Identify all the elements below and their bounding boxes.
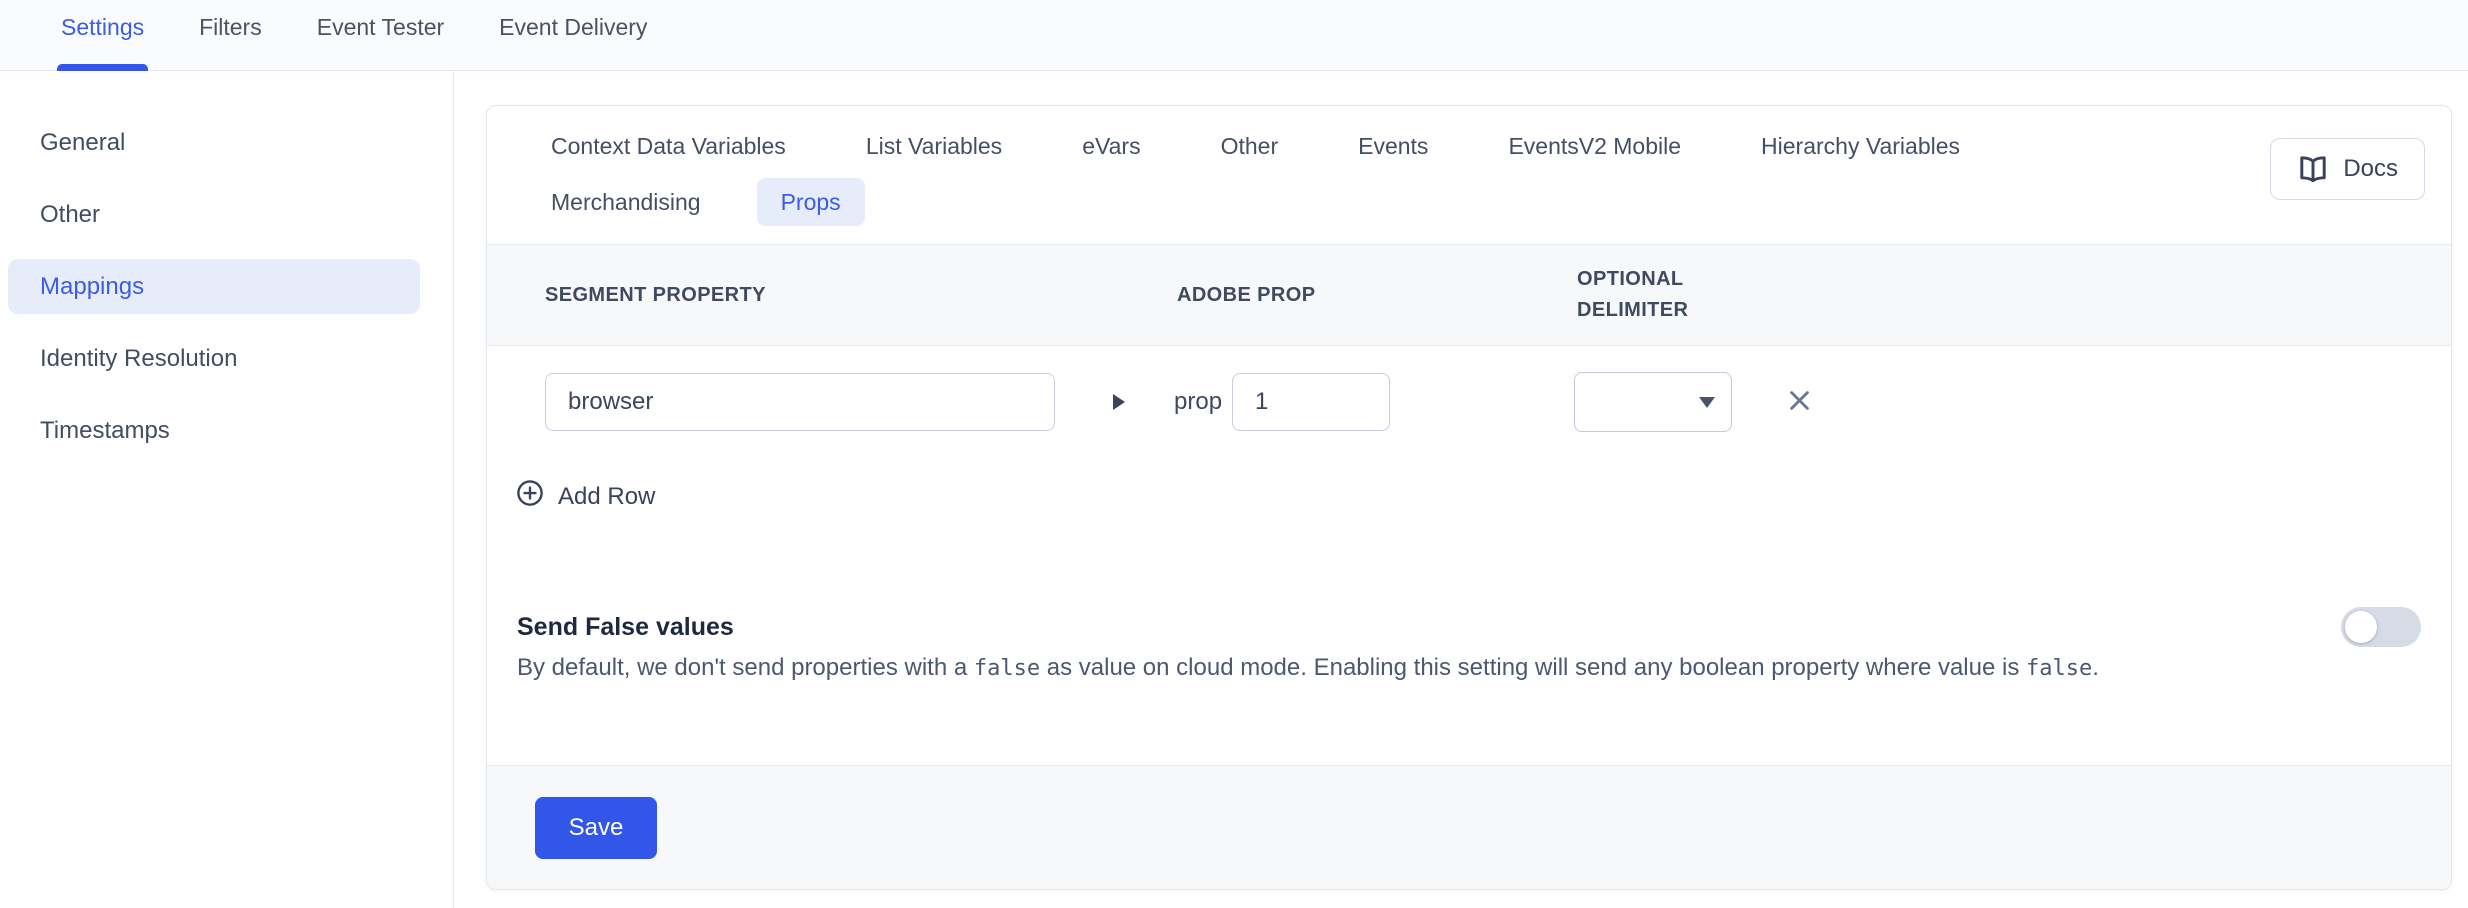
- mapping-table-row: prop: [487, 372, 2451, 432]
- mapping-tabs-row-2: Merchandising Props: [527, 178, 2425, 226]
- sidebar-item-other[interactable]: Other: [8, 187, 420, 242]
- tab-events[interactable]: Events: [1334, 122, 1452, 170]
- remove-row-button[interactable]: [1782, 383, 1817, 421]
- docs-button-label: Docs: [2343, 155, 2398, 183]
- destination-settings-page: Settings Filters Event Tester Event Deli…: [0, 0, 2468, 908]
- optional-delimiter-select[interactable]: [1574, 372, 1732, 432]
- add-row-label: Add Row: [558, 483, 655, 511]
- column-header-optional-delimiter: OPTIONAL DELIMITER: [1577, 264, 1737, 326]
- tab-list-variables[interactable]: List Variables: [842, 122, 1026, 170]
- book-icon: [2297, 153, 2329, 185]
- sidebar-item-timestamps[interactable]: Timestamps: [8, 403, 420, 458]
- save-button[interactable]: Save: [535, 797, 657, 859]
- sidebar-item-identity-resolution[interactable]: Identity Resolution: [8, 331, 420, 386]
- mapping-tabs-row-1: Context Data Variables List Variables eV…: [527, 122, 2425, 170]
- nav-tab-event-tester[interactable]: Event Tester: [313, 0, 448, 70]
- tab-other[interactable]: Other: [1197, 122, 1303, 170]
- send-false-title: Send False values: [517, 613, 2421, 642]
- arrow-right-icon: [1113, 394, 1125, 410]
- sidebar-item-general[interactable]: General: [8, 115, 420, 170]
- tab-merchandising[interactable]: Merchandising: [527, 178, 725, 226]
- add-row-button[interactable]: Add Row: [515, 478, 655, 515]
- caret-down-icon: [1699, 397, 1715, 408]
- docs-button[interactable]: Docs: [2270, 138, 2425, 200]
- tab-eventsv2-mobile[interactable]: EventsV2 Mobile: [1484, 122, 1705, 170]
- false-code-literal: false: [2026, 656, 2092, 681]
- content-layout: General Other Mappings Identity Resoluti…: [0, 71, 2468, 908]
- tab-hierarchy-variables[interactable]: Hierarchy Variables: [1737, 122, 1984, 170]
- tab-context-data-variables[interactable]: Context Data Variables: [527, 122, 810, 170]
- tab-evars[interactable]: eVars: [1058, 122, 1164, 170]
- main-content: Context Data Variables List Variables eV…: [454, 71, 2468, 908]
- tab-props[interactable]: Props: [757, 178, 865, 226]
- top-nav: Settings Filters Event Tester Event Deli…: [0, 0, 2468, 71]
- send-false-desc-part: .: [2092, 654, 2099, 681]
- send-false-section: Send False values By default, we don't s…: [517, 613, 2421, 689]
- nav-tab-filters[interactable]: Filters: [195, 0, 266, 70]
- sidebar-item-mappings[interactable]: Mappings: [8, 259, 420, 314]
- send-false-description: By default, we don't send properties wit…: [517, 648, 2337, 689]
- column-header-adobe-prop: ADOBE PROP: [1177, 280, 1577, 311]
- mappings-card-header: Context Data Variables List Variables eV…: [487, 106, 2451, 244]
- send-false-desc-part: By default, we don't send properties wit…: [517, 654, 974, 681]
- card-footer: Save: [487, 765, 2451, 889]
- column-header-segment-property: SEGMENT PROPERTY: [545, 280, 1177, 311]
- nav-tab-settings[interactable]: Settings: [57, 0, 148, 70]
- adobe-prop-number-input[interactable]: [1232, 373, 1390, 431]
- close-icon: [1786, 387, 1813, 417]
- mapping-table-header: SEGMENT PROPERTY ADOBE PROP OPTIONAL DEL…: [487, 244, 2451, 346]
- settings-sidebar: General Other Mappings Identity Resoluti…: [0, 71, 454, 908]
- segment-property-input[interactable]: [545, 373, 1055, 431]
- send-false-toggle[interactable]: [2341, 607, 2421, 647]
- plus-circle-icon: [515, 478, 545, 515]
- adobe-prop-prefix-label: prop: [1174, 388, 1222, 416]
- mappings-card: Context Data Variables List Variables eV…: [486, 105, 2452, 890]
- false-code-literal: false: [974, 656, 1040, 681]
- send-false-desc-part: as value on cloud mode. Enabling this se…: [1040, 654, 2026, 681]
- toggle-knob: [2345, 611, 2377, 643]
- nav-tab-event-delivery[interactable]: Event Delivery: [495, 0, 651, 70]
